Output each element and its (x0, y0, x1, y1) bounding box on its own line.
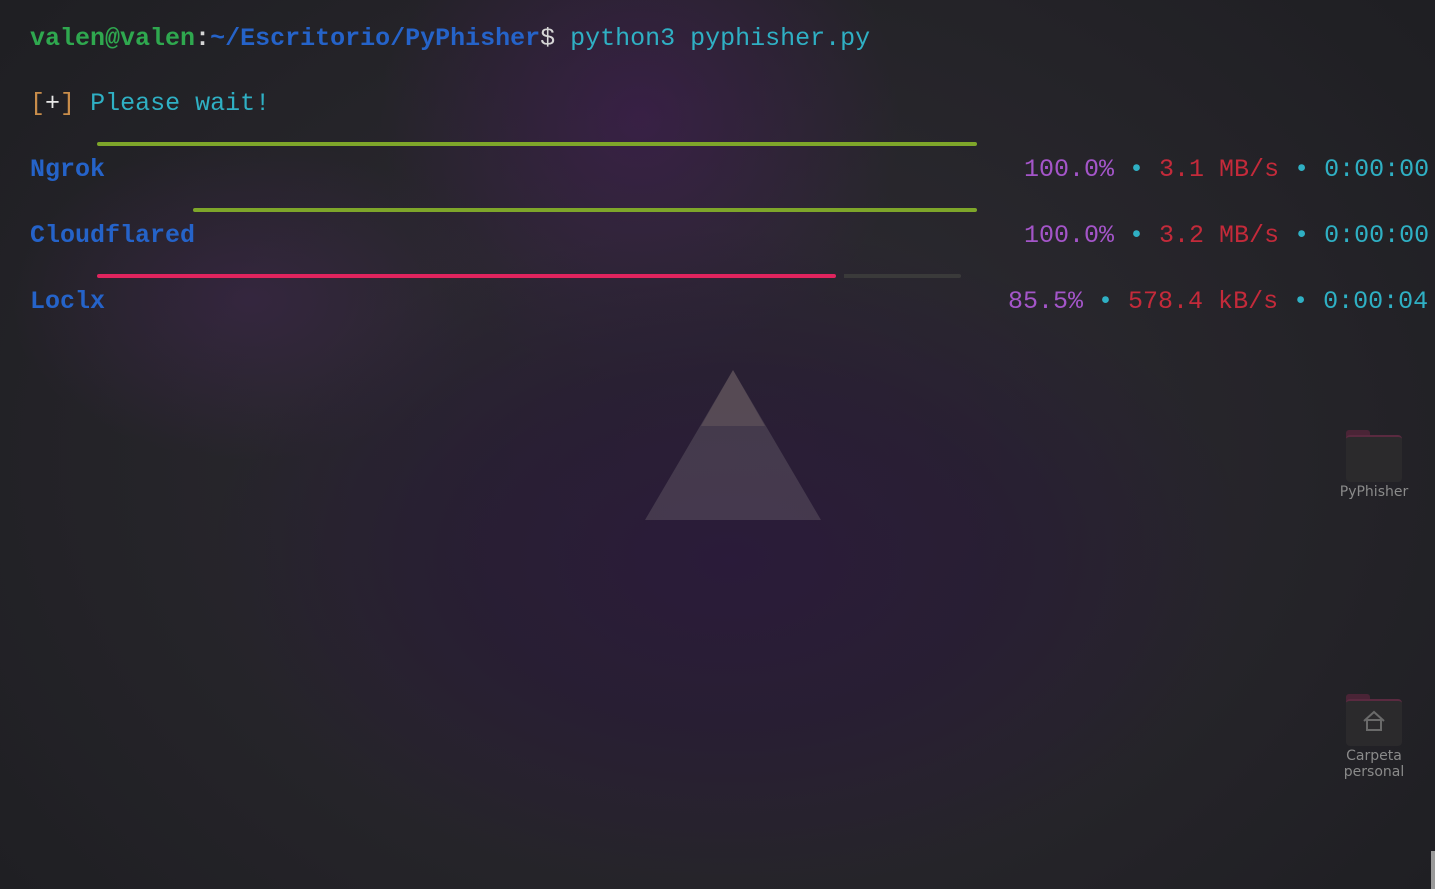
scrollbar-handle[interactable] (1431, 851, 1435, 889)
download-stats-cloudflared: 100.0% • 3.2 MB/s • 0:00:00 (994, 197, 1429, 249)
folder-icon (1346, 430, 1402, 482)
prompt-command: python3 pyphisher.py (570, 24, 871, 53)
download-stats-ngrok: 100.0% • 3.1 MB/s • 0:00:00 (994, 131, 1429, 183)
progress-bar-track (97, 274, 961, 278)
status-open-bracket: [ (30, 89, 46, 118)
prompt-path: ~/Escritorio/PyPhisher (210, 24, 541, 53)
download-label: Cloudflared (30, 221, 196, 250)
status-line: [+] Please wait! (0, 65, 270, 117)
desktop-icon-label: Carpeta personal (1343, 748, 1405, 780)
progress-bar-fill (97, 142, 977, 146)
progress-bar-fill (193, 208, 977, 212)
download-eta: 0:00:04 (1323, 287, 1429, 316)
home-folder-icon (1346, 694, 1402, 746)
separator-dot: • (1278, 287, 1324, 316)
download-percent: 85.5% (1008, 287, 1084, 316)
download-eta: 0:00:00 (1324, 155, 1430, 184)
download-percent: 100.0% (1024, 221, 1115, 250)
desktop-icon-pyphisher[interactable]: PyPhisher (1314, 430, 1434, 500)
progress-bar-track (193, 208, 977, 212)
triangle-logo-icon (645, 370, 821, 520)
progress-bar-track (97, 142, 977, 146)
separator-dot: • (1114, 155, 1160, 184)
prompt-user-host: valen@valen (30, 24, 196, 53)
desktop-icon-label: PyPhisher (1339, 484, 1409, 500)
download-stats-loclx: 85.5% • 578.4 kB/s • 0:00:04 (978, 263, 1428, 315)
terminal-prompt-line: valen@valen:~/Escritorio/PyPhisher$ pyth… (0, 0, 870, 52)
download-row-ngrok: Ngrok (0, 131, 105, 183)
download-eta: 0:00:00 (1324, 221, 1430, 250)
separator-dot: • (1083, 287, 1129, 316)
desktop-icon-carpeta-personal[interactable]: Carpeta personal (1314, 694, 1434, 780)
separator-dot: • (1114, 221, 1160, 250)
download-label: Ngrok (30, 155, 106, 184)
progress-bar-fill (97, 274, 836, 278)
download-percent: 100.0% (1024, 155, 1115, 184)
prompt-colon: : (195, 24, 211, 53)
download-label: Loclx (30, 287, 106, 316)
status-close-bracket: ] (60, 89, 76, 118)
separator-dot: • (1279, 221, 1325, 250)
status-plus-symbol: + (45, 89, 61, 118)
download-row-loclx: Loclx (0, 263, 105, 315)
download-speed: 3.1 MB/s (1159, 155, 1280, 184)
status-message: Please wait! (75, 89, 271, 118)
download-speed: 3.2 MB/s (1159, 221, 1280, 250)
prompt-dollar: $ (540, 24, 571, 53)
separator-dot: • (1279, 155, 1325, 184)
download-speed: 578.4 kB/s (1128, 287, 1279, 316)
download-row-cloudflared: Cloudflared (0, 197, 195, 249)
